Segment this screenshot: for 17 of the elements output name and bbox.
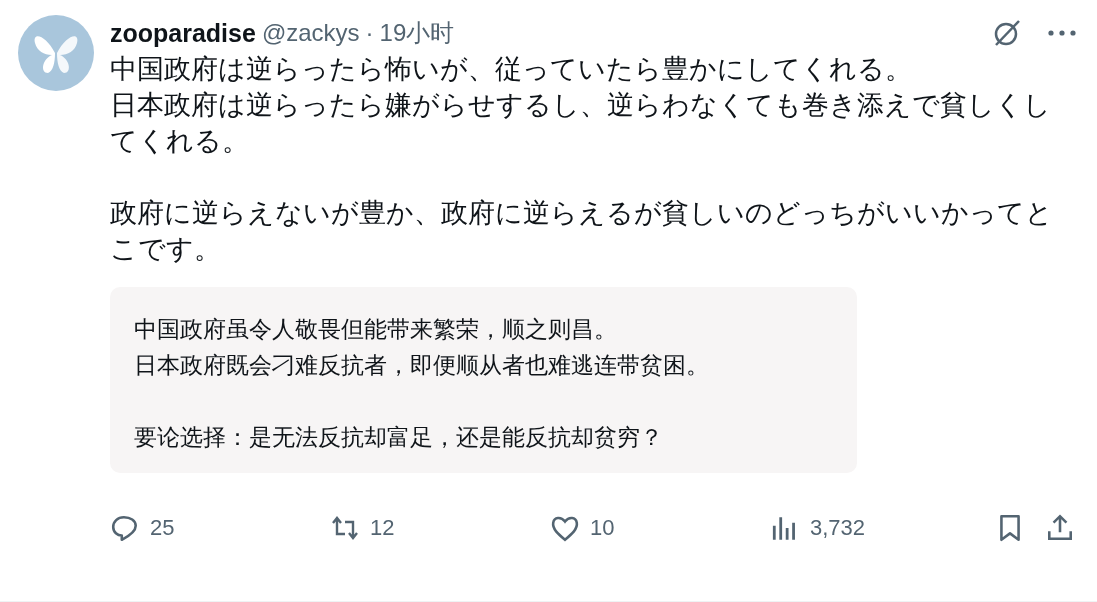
separator: · (365, 19, 374, 47)
post-text: 中国政府は逆らったら怖いが、従っていたら豊かにしてくれる。 (110, 53, 913, 86)
post-text: 日本政府は逆らったら嫌がらせするし、逆らわなくても巻き添えで貧しくしてくれる。 (110, 89, 1052, 158)
more-icon[interactable] (1047, 28, 1077, 38)
views-count: 3,732 (810, 515, 866, 541)
post-text: 政府に逆らえないが豊か、政府に逆らえるが貧しいのどっちがいいかってとこです。 (110, 197, 1054, 266)
translation-text: 中国政府虽令人敬畏但能带来繁荣，顺之则昌。 (134, 315, 618, 344)
author-handle[interactable]: @zackys (261, 19, 360, 47)
reply-icon[interactable] (110, 513, 140, 543)
share-icon[interactable] (1045, 513, 1075, 543)
like-count: 10 (590, 515, 615, 541)
author-name[interactable]: zooparadise (110, 18, 256, 48)
repost-count: 12 (370, 515, 395, 541)
translation-text: 日本政府既会刁难反抗者，即便顺从者也难逃连带贫困。 (134, 351, 710, 380)
translation-text: 要论选择：是无法反抗却富足，还是能反抗却贫穷？ (134, 423, 664, 452)
post-time[interactable]: 19小时 (379, 17, 455, 49)
reply-count: 25 (150, 515, 175, 541)
